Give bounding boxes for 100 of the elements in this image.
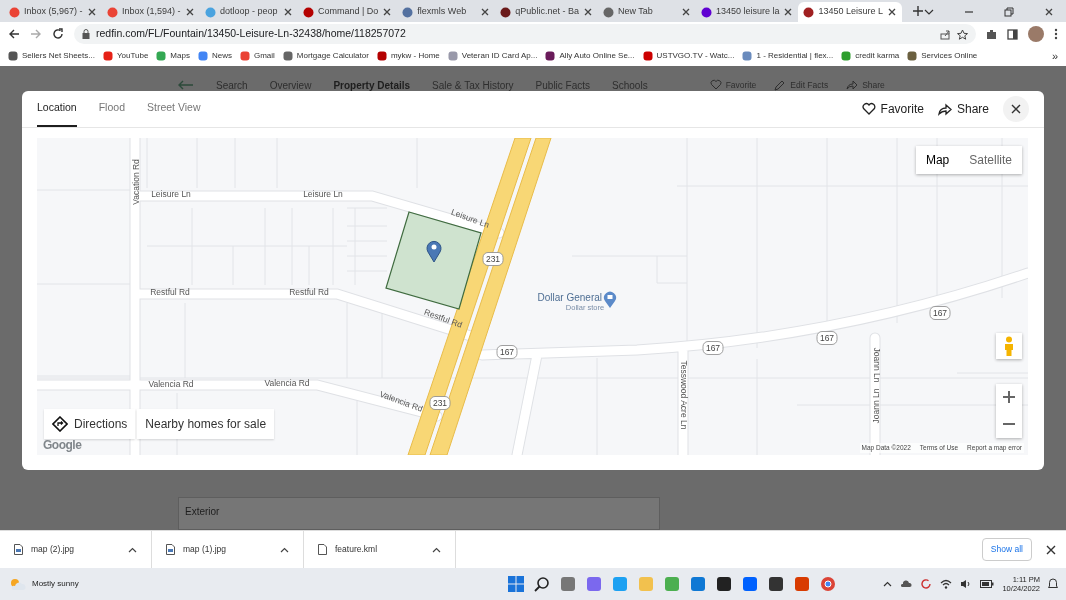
map-type-button[interactable]: Satellite [959, 146, 1022, 174]
new-tab-icon[interactable] [912, 5, 924, 17]
modal-tab[interactable]: Location [37, 91, 77, 127]
close-icon[interactable] [87, 7, 97, 17]
address-bar[interactable]: redfin.com/FL/Fountain/13450-Leisure-Ln-32438/home/118257072 [74, 24, 976, 44]
directions-button[interactable]: Directions [44, 409, 136, 439]
site-icon [107, 6, 118, 18]
close-icon[interactable] [680, 7, 691, 17]
tab-title: dotloop - peop [220, 5, 279, 19]
bookmark[interactable]: Veteran ID Card Ap... [447, 50, 538, 62]
chevron-down-icon[interactable] [924, 7, 934, 17]
close-icon[interactable] [783, 7, 794, 17]
zoom-out-button[interactable] [996, 411, 1022, 437]
bookmark[interactable]: Sellers Net Sheets... [8, 50, 95, 62]
route-shield: 167 [816, 331, 838, 345]
zoom-in-button[interactable] [996, 384, 1022, 410]
site-icon [803, 6, 815, 18]
bookmark[interactable]: credit karma [841, 50, 900, 62]
avatar-icon[interactable] [1028, 26, 1044, 42]
sidebar-icon[interactable] [1007, 28, 1018, 40]
street-label: Restful Rd [289, 287, 329, 298]
weather-icon [8, 577, 26, 591]
close-icon[interactable] [1046, 544, 1056, 555]
street-label: Restful Rd [150, 287, 190, 298]
close-icon [1011, 104, 1021, 114]
close-icon[interactable] [582, 7, 593, 17]
browser-tab[interactable]: 13450 Leisure L [798, 2, 902, 22]
site-icon [239, 51, 250, 61]
site-icon [402, 6, 414, 18]
site-icon [907, 51, 918, 61]
nearby-homes-button[interactable]: Nearby homes for sale [137, 409, 275, 439]
back-icon[interactable] [8, 28, 20, 40]
chevron-up-icon[interactable] [883, 581, 893, 587]
site-icon [841, 51, 852, 61]
tab-title: Inbox (1,594) - [122, 5, 181, 19]
modal-tab[interactable]: Street View [146, 91, 201, 127]
browser-icon[interactable] [820, 576, 836, 592]
kebab-menu-icon[interactable] [1054, 28, 1058, 40]
site-icon [197, 51, 208, 61]
browser-tab[interactable]: dotloop - peop [200, 2, 298, 22]
search-icon[interactable] [534, 576, 550, 592]
browser-tab[interactable]: Command | Do [298, 2, 398, 22]
heart-icon [861, 102, 876, 116]
share-icon[interactable] [940, 28, 951, 40]
bookmark[interactable]: News [197, 50, 232, 62]
battery-icon[interactable] [980, 580, 995, 588]
bookmark[interactable]: Mortgage Calculator [282, 50, 369, 62]
bell-icon[interactable] [1048, 578, 1058, 590]
browser-tab[interactable]: 13450 leisure la [695, 2, 799, 22]
browser-tab[interactable]: Inbox (1,594) - [102, 2, 200, 22]
modal-tab[interactable]: Flood [98, 91, 125, 127]
bookmark[interactable]: 1 - Residential | flex... [742, 50, 834, 62]
bookmark[interactable]: Services Online [907, 50, 978, 62]
close-icon[interactable] [887, 7, 897, 17]
chevron-up-icon [280, 546, 289, 553]
section-label: Exterior [185, 506, 220, 517]
browser-tab[interactable]: flexmls Web [397, 2, 496, 22]
restore-icon[interactable] [1004, 7, 1014, 17]
show-all-button[interactable]: Show all [981, 538, 1032, 561]
site-icon [700, 6, 712, 18]
close-icon[interactable] [382, 7, 393, 17]
route-shield: 167 [702, 341, 724, 355]
star-icon[interactable] [957, 28, 968, 40]
bookmark[interactable]: Gmail [239, 50, 275, 62]
browser-tab[interactable]: Inbox (5,967) - [4, 2, 102, 22]
browser-tab[interactable]: New Tab [597, 2, 696, 22]
bookmark[interactable]: Maps [156, 50, 190, 62]
route-shield: 167 [929, 306, 951, 320]
reload-icon[interactable] [52, 28, 64, 40]
close-button[interactable] [1003, 96, 1029, 122]
wifi-icon[interactable] [940, 579, 953, 589]
close-icon[interactable] [480, 7, 491, 17]
more-bookmarks-button[interactable]: » [1051, 47, 1058, 65]
app-icon[interactable] [716, 576, 732, 592]
modal-action-button[interactable]: Share [937, 100, 989, 118]
site-icon [8, 51, 18, 61]
site-icon [376, 51, 387, 61]
close-icon[interactable] [185, 7, 195, 17]
site-icon [642, 51, 653, 61]
cloud-icon[interactable] [900, 580, 913, 588]
bookmark[interactable]: mykw - Home [376, 50, 440, 62]
street-label: Tesswood Acre Ln [678, 360, 689, 430]
modal-action-button[interactable]: Favorite [861, 100, 924, 118]
sync-icon[interactable] [920, 578, 933, 590]
app-icon[interactable] [768, 576, 784, 592]
store-pin-icon [604, 291, 616, 308]
bookmark[interactable]: USTVGO.TV - Watc... [642, 50, 735, 62]
street-label: Leisure Ln [151, 189, 191, 200]
bookmark[interactable]: YouTube [102, 50, 149, 62]
tab-title: flexmls Web [417, 5, 468, 19]
site-icon [742, 51, 753, 61]
bookmark[interactable]: Ally Auto Online Se... [545, 50, 635, 62]
place-name: Dollar General [537, 292, 602, 303]
close-icon[interactable] [283, 7, 293, 17]
close-icon[interactable] [1044, 7, 1054, 17]
map-logo: Google [43, 437, 82, 454]
volume-icon[interactable] [960, 579, 973, 589]
browser-tab[interactable]: qPublic.net - Ba [495, 2, 598, 22]
map-type-button[interactable]: Map [915, 146, 960, 174]
route-shield: 231 [429, 396, 451, 410]
